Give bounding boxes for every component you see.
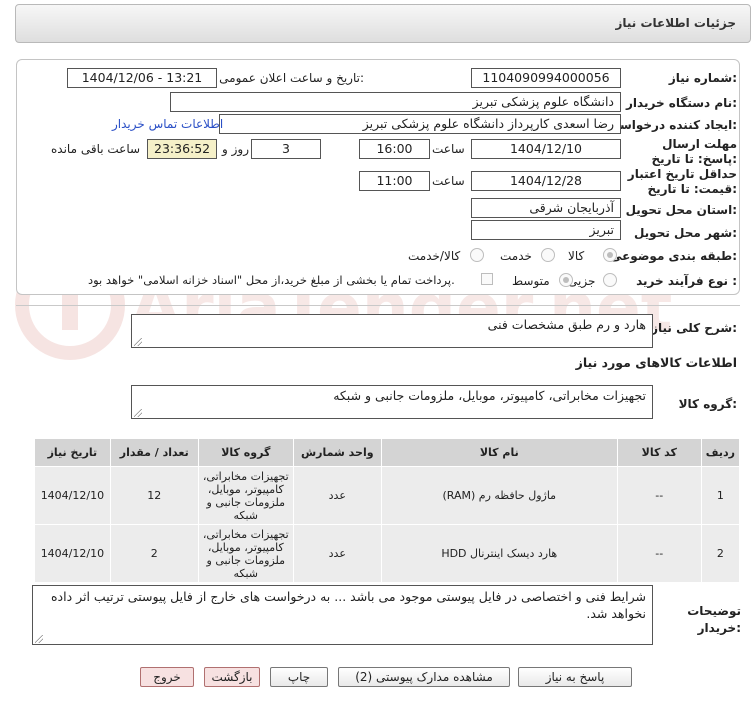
col-header-item-name: نام کالا <box>380 438 618 467</box>
table-row: 1 -- ماژول حافظه رم (RAM) عدد تجهیزات مخ… <box>34 466 741 525</box>
deadline-label: مهلت ارسال پاسخ: تا تاریخ: <box>651 137 737 166</box>
category-radio-service[interactable] <box>541 248 555 262</box>
buyer-notes-label: توضیحات خریدار: <box>687 604 741 635</box>
resize-grip-icon[interactable] <box>134 409 142 417</box>
cell-quantity: 12 <box>109 466 199 525</box>
validity-date-field: 1404/12/28 <box>471 171 621 191</box>
city-label: شهر محل تحویل: <box>633 226 737 240</box>
cell-quantity: 2 <box>109 524 199 583</box>
validity-label: حداقل تاریخ اعتبار قیمت: تا تاریخ: <box>627 167 737 196</box>
window-titlebar: جزئیات اطلاعات نیاز <box>15 4 751 43</box>
deadline-time-label: ساعت <box>432 142 465 156</box>
cell-item-name: ماژول حافظه رم (RAM) <box>380 466 618 525</box>
days-remaining-field: 3 <box>251 139 321 159</box>
cell-unit: عدد <box>292 524 382 583</box>
reply-to-need-button[interactable]: پاسخ به نیاز <box>518 667 632 687</box>
goods-info-title: اطلاعات کالاهای مورد نیاز <box>575 355 737 370</box>
treasury-payment-checkbox[interactable] <box>481 273 493 285</box>
cell-row-number: 2 <box>700 524 741 583</box>
goods-group-text: تجهیزات مخابراتی، کامپیوتر، موبایل، ملزو… <box>333 388 646 403</box>
goods-group-label: گروه کالا: <box>678 397 737 411</box>
col-header-quantity: تعداد / مقدار <box>109 438 199 467</box>
cell-need-date: 1404/12/10 <box>34 466 111 525</box>
back-button[interactable]: بازگشت <box>204 667 260 687</box>
col-header-item-code: کد کالا <box>616 438 702 467</box>
buyer-notes-field: شرایط فنی و اختصاصی در فایل پیوستی موجود… <box>32 585 653 645</box>
cell-unit: عدد <box>292 466 382 525</box>
days-label: روز و <box>222 142 249 156</box>
need-number-field: 1104090994000056 <box>471 68 621 88</box>
col-header-need-date: تاریخ نیاز <box>34 438 111 467</box>
remaining-time-field: 23:36:52 <box>147 139 217 159</box>
view-attachments-button[interactable]: مشاهده مدارک پیوستی (2) <box>338 667 510 687</box>
table-row: 2 -- هارد دیسک اینترنال HDD عدد تجهیزات … <box>34 524 741 583</box>
need-summary-label: شرح کلی نیاز: <box>651 321 737 335</box>
announce-date-field: 1404/12/06 - 13:21 <box>67 68 217 88</box>
purchase-radio-partial[interactable] <box>603 273 617 287</box>
deadline-date-field: 1404/12/10 <box>471 139 621 159</box>
buyer-org-label: نام دستگاه خریدار: <box>626 96 737 110</box>
goods-group-field: تجهیزات مخابراتی، کامپیوتر، موبایل، ملزو… <box>131 385 653 419</box>
cell-item-code: -- <box>616 524 702 583</box>
col-header-goods-group: گروه کالا <box>197 438 294 467</box>
cell-goods-group: تجهیزات مخابراتی، کامپیوتر، موبایل، ملزو… <box>197 466 294 525</box>
resize-grip-icon[interactable] <box>134 338 142 346</box>
remaining-time-label: ساعت باقی مانده <box>51 142 141 156</box>
goods-table: ردیف کد کالا نام کالا واحد شمارش گروه کا… <box>34 438 741 583</box>
category-label: طبقه بندی موضوعی: <box>609 249 737 263</box>
need-summary-field: هارد و رم طبق مشخصات فنی <box>131 314 653 348</box>
creator-field: رضا اسعدی کارپرداز دانشگاه علوم پزشکی تب… <box>219 114 621 134</box>
province-label: استان محل تحویل: <box>625 203 737 217</box>
category-radio-goods[interactable] <box>603 248 617 262</box>
cell-need-date: 1404/12/10 <box>34 524 111 583</box>
purchase-radio-medium[interactable] <box>559 273 573 287</box>
cell-goods-group: تجهیزات مخابراتی، کامپیوتر، موبایل، ملزو… <box>197 524 294 583</box>
need-number-label: شماره نیاز: <box>668 71 737 85</box>
col-header-row-number: ردیف <box>700 438 741 467</box>
cell-item-name: هارد دیسک اینترنال HDD <box>380 524 618 583</box>
purchase-type-label: نوع فرآیند خرید : <box>636 274 737 288</box>
treasury-payment-note: پرداخت تمام یا بخشی از مبلغ خرید،از محل … <box>88 273 455 287</box>
purchase-option-medium: متوسط <box>512 274 550 288</box>
resize-grip-icon[interactable] <box>35 635 43 643</box>
province-field: آذربایجان شرقی <box>471 198 621 218</box>
buyer-org-field: دانشگاه علوم پزشکی تبریز <box>170 92 621 112</box>
category-option-service: خدمت <box>500 249 532 263</box>
need-summary-text: هارد و رم طبق مشخصات فنی <box>487 317 646 332</box>
buyer-notes-text: شرایط فنی و اختصاصی در فایل پیوستی موجود… <box>50 589 646 621</box>
deadline-time-field: 16:00 <box>359 139 430 159</box>
exit-button[interactable]: خروج <box>140 667 194 687</box>
section-divider <box>16 305 740 306</box>
buyer-contact-link[interactable]: اطلاعات تماس خریدار <box>112 117 223 131</box>
city-field: تبریز <box>471 220 621 240</box>
category-radio-goods-service[interactable] <box>470 248 484 262</box>
creator-label: ایجاد کننده درخواست: <box>607 118 737 132</box>
category-option-goods: کالا <box>568 249 585 263</box>
cell-item-code: -- <box>616 466 702 525</box>
cell-row-number: 1 <box>700 466 741 525</box>
col-header-unit: واحد شمارش <box>292 438 382 467</box>
announce-date-label: تاریخ و ساعت اعلان عمومی: <box>219 71 364 85</box>
validity-time-label: ساعت <box>432 174 465 188</box>
print-button[interactable]: چاپ <box>270 667 328 687</box>
category-option-goods-service: کالا/خدمت <box>408 249 461 263</box>
validity-time-field: 11:00 <box>359 171 430 191</box>
window-title: جزئیات اطلاعات نیاز <box>615 16 736 30</box>
table-header-row: ردیف کد کالا نام کالا واحد شمارش گروه کا… <box>34 438 741 467</box>
